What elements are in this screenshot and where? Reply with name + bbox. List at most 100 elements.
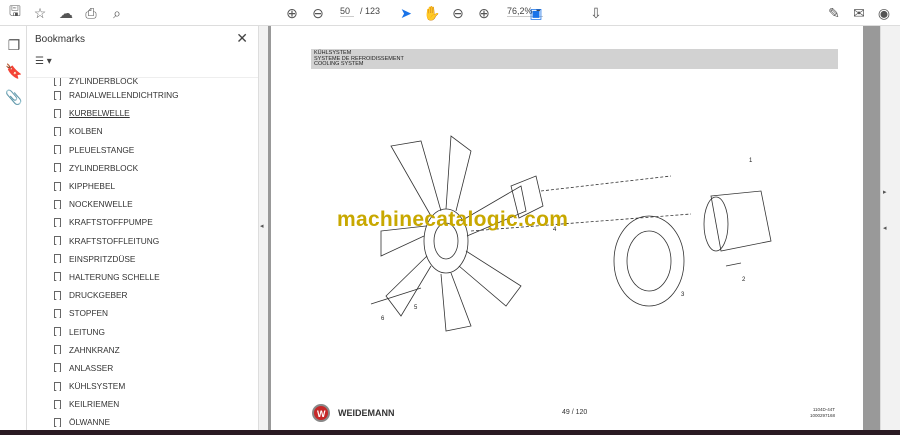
bookmark-item[interactable]: NOCKENWELLE	[27, 195, 258, 213]
bookmark-icon	[54, 217, 61, 227]
close-icon[interactable]: ✕	[236, 30, 248, 47]
bookmark-options-icon[interactable]: ☰ ▾	[35, 56, 52, 67]
doc-code-2: 1000297168	[810, 413, 836, 418]
page-total: / 123	[360, 6, 381, 16]
page-label: 49 / 120	[562, 409, 588, 416]
callout-5: 5	[414, 305, 418, 311]
bookmark-item[interactable]: KURBELWELLE	[27, 104, 258, 122]
pdf-page: KÜHLSYSTEM SYSTEME DE REFROIDISSEMENT CO…	[271, 26, 863, 430]
bookmark-icon[interactable]: 🔖	[5, 62, 23, 80]
bookmark-item[interactable]: KÜHLSYSTEM	[27, 377, 258, 395]
bookmark-label: KOLBEN	[69, 126, 103, 137]
hand-tool-icon[interactable]: ✋	[423, 4, 441, 22]
expand-right-icon: ▸	[883, 189, 887, 196]
bookmark-item[interactable]: ÖLWANNE	[27, 413, 258, 431]
bookmark-item[interactable]: HALTERUNG SCHELLE	[27, 268, 258, 286]
attachment-icon[interactable]: 📎	[5, 88, 23, 106]
fan-illustration	[380, 135, 527, 332]
bookmark-label: KRAFTSTOFFLEITUNG	[69, 235, 160, 246]
next-page-icon[interactable]: ⊖	[309, 4, 327, 22]
save-icon[interactable]: 🖫	[6, 3, 24, 22]
bookmark-icon	[54, 381, 61, 391]
zoom-in-icon[interactable]: ⊕	[475, 4, 493, 22]
mail-icon[interactable]: ✉	[850, 4, 868, 22]
bookmark-icon	[54, 78, 61, 86]
bookmark-label: NOCKENWELLE	[69, 199, 133, 210]
bookmark-icon	[54, 417, 61, 427]
toolbar: 🖫 ☆ ☁ ⎙ ⌕ ⊕ ⊖ 50 / 123 ➤ ✋ ⊖ ⊕ 76,2% ▾ ▣…	[0, 0, 900, 26]
bookmark-label: EINSPRITZDÜSE	[69, 253, 136, 264]
bookmark-icon	[54, 181, 61, 191]
bookmark-label: ZYLINDERBLOCK	[69, 162, 139, 173]
bookmark-item[interactable]: PLEUELSTANGE	[27, 141, 258, 159]
bookmark-label: KIPPHEBEL	[69, 181, 116, 192]
bookmark-item[interactable]: ZYLINDERBLOCK	[27, 78, 258, 86]
bookmark-icon	[54, 327, 61, 337]
star-icon[interactable]: ☆	[31, 4, 49, 22]
bookmark-item[interactable]: KOLBEN	[27, 122, 258, 140]
bookmark-label: RADIALWELLENDICHTRING	[69, 90, 179, 101]
bookmark-icon	[54, 145, 61, 155]
sign-icon[interactable]: ✎	[825, 4, 843, 22]
bookmark-item[interactable]: EINSPRITZDÜSE	[27, 250, 258, 268]
bookmark-label: LEITUNG	[69, 326, 105, 337]
bookmark-item[interactable]: LEITUNG	[27, 322, 258, 340]
bookmark-label: HALTERUNG SCHELLE	[69, 271, 160, 282]
bookmark-label: STOPFEN	[69, 308, 109, 319]
bookmark-icon	[54, 108, 61, 118]
right-scrollbar[interactable]: ▸ ◂	[880, 26, 900, 430]
bookmark-label: ANLASSER	[69, 362, 114, 373]
account-icon[interactable]: ◉	[875, 4, 893, 22]
select-cursor-icon[interactable]: ➤	[397, 4, 415, 22]
bookmark-item[interactable]: KIPPHEBEL	[27, 177, 258, 195]
bolt-illustration	[370, 287, 422, 305]
bookmark-item[interactable]: DRUCKGEBER	[27, 286, 258, 304]
doc-code: 1104D-44T 1000297168	[810, 407, 835, 419]
bookmark-icon	[54, 272, 61, 282]
scroll-mode-icon[interactable]: ⇩	[587, 4, 605, 22]
bookmark-list: ZYLINDERBLOCK RADIALWELLENDICHTRING KURBEL…	[27, 77, 258, 431]
bookmark-label: ZAHNKRANZ	[69, 344, 120, 355]
bookmark-label: ÖLWANNE	[69, 417, 111, 428]
bookmark-item[interactable]: STOPFEN	[27, 304, 258, 322]
callout-1: 1	[749, 158, 753, 164]
bookmark-label: PLEUELSTANGE	[69, 144, 135, 155]
panel-splitter[interactable]: ◂	[258, 26, 268, 430]
bookmark-icon	[54, 308, 61, 318]
bookmark-item[interactable]: KRAFTSTOFFPUMPE	[27, 213, 258, 231]
page-number-input[interactable]: 50	[340, 6, 354, 17]
bookmark-label: KEILRIEMEN	[69, 399, 120, 410]
bookmark-item[interactable]: KRAFTSTOFFLEITUNG	[27, 232, 258, 250]
bookmark-item[interactable]: ZYLINDERBLOCK	[27, 159, 258, 177]
pages-icon[interactable]: ❐	[5, 36, 23, 54]
cloud-upload-icon[interactable]: ☁	[57, 4, 75, 22]
bookmark-label: DRUCKGEBER	[69, 290, 128, 301]
document-view: KÜHLSYSTEM SYSTEME DE REFROIDISSEMENT CO…	[268, 26, 880, 430]
callout-2: 2	[742, 277, 746, 283]
bookmark-label: KRAFTSTOFFPUMPE	[69, 217, 153, 228]
page-fit-icon[interactable]: ▣	[527, 4, 545, 22]
print-icon[interactable]: ⎙	[82, 4, 100, 22]
bookmark-icon	[54, 126, 61, 136]
bookmark-item[interactable]: RADIALWELLENDICHTRING	[27, 86, 258, 104]
bookmark-item[interactable]: ANLASSER	[27, 359, 258, 377]
collapse-left-icon: ◂	[883, 225, 887, 232]
bookmark-icon	[54, 254, 61, 264]
bookmarks-panel: Bookmarks ✕ ☰ ▾ ZYLINDERBLOCK RADIALWELLE…	[27, 26, 277, 431]
bookmarks-title: Bookmarks	[35, 34, 86, 45]
search-icon[interactable]: ⌕	[108, 4, 126, 22]
bookmark-item[interactable]: ZAHNKRANZ	[27, 341, 258, 359]
previous-page-icon[interactable]: ⊕	[283, 4, 301, 22]
zoom-out-icon[interactable]: ⊖	[449, 4, 467, 22]
watermark: machinecatalogic.com	[337, 208, 569, 231]
bookmark-icon	[54, 363, 61, 373]
bookmark-icon	[54, 90, 61, 100]
bookmark-icon	[54, 163, 61, 173]
bookmark-item[interactable]: KEILRIEMEN	[27, 395, 258, 413]
pump-illustration	[710, 190, 772, 252]
bookmark-label: ZYLINDERBLOCK	[69, 78, 139, 86]
bookmark-icon	[54, 290, 61, 300]
bookmark-icon	[54, 399, 61, 409]
callout-3: 3	[681, 292, 685, 298]
left-rail: ❐ 🔖 📎	[0, 26, 27, 430]
